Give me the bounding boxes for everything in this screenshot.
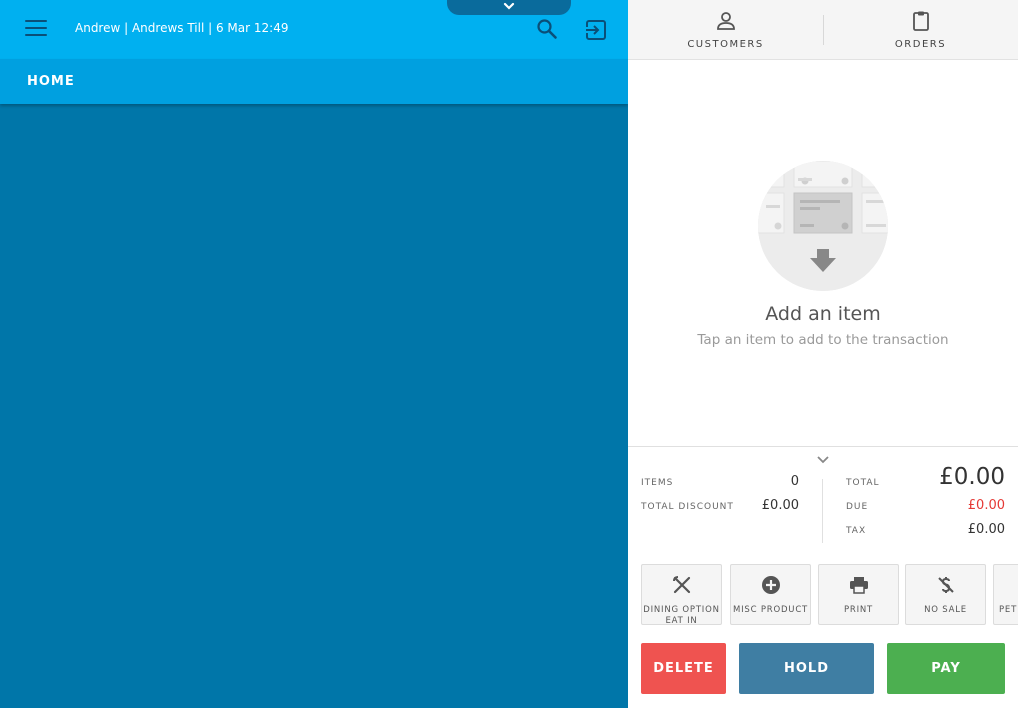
total-discount-label: TOTAL DISCOUNT: [641, 502, 734, 512]
total-discount-value: £0.00: [761, 498, 799, 513]
hold-button[interactable]: HOLD: [739, 643, 874, 694]
home-tab[interactable]: HOME: [27, 74, 75, 89]
empty-subtitle: Tap an item to add to the transaction: [697, 332, 949, 348]
no-sale-label: NO SALE: [924, 605, 967, 615]
total-label: TOTAL: [846, 478, 880, 488]
hamburger-menu-icon[interactable]: [25, 20, 47, 38]
orders-label: ORDERS: [894, 39, 947, 50]
dining-option-button[interactable]: DINING OPTION EAT IN: [641, 564, 722, 626]
misc-product-label: MISC PRODUCT: [732, 605, 809, 615]
search-icon[interactable]: [536, 18, 558, 40]
plus-circle-icon: [761, 576, 780, 594]
partial-action-label: PET: [999, 605, 1018, 615]
tax-value: £0.00: [967, 522, 1005, 537]
chevron-down-icon: [503, 2, 515, 10]
print-label: PRINT: [843, 605, 874, 615]
fork-knife-icon: [672, 576, 690, 594]
empty-cart-illustration: [758, 161, 888, 291]
transaction-summary: ITEMS 0 TOTAL DISCOUNT £0.00 TOTAL £0.00…: [628, 446, 1018, 556]
top-bar: Andrew | Andrews Till | 6 Mar 12:49: [0, 0, 628, 59]
dining-option-line1: DINING OPTION: [643, 605, 720, 615]
dining-option-label: DINING OPTION EAT IN: [642, 605, 721, 626]
transaction-panel: CUSTOMERS ORDERS Add an item Tap an item…: [628, 0, 1018, 708]
misc-product-button[interactable]: MISC PRODUCT: [730, 564, 811, 625]
customers-button[interactable]: CUSTOMERS: [628, 0, 823, 60]
summary-divider: [822, 479, 823, 543]
printer-icon: [849, 577, 868, 594]
person-icon: [716, 12, 735, 30]
no-sale-button[interactable]: NO SALE: [905, 564, 986, 625]
logout-icon[interactable]: [584, 18, 608, 42]
transaction-header: CUSTOMERS ORDERS: [628, 0, 1018, 60]
product-panel: Andrew | Andrews Till | 6 Mar 12:49 HOME: [0, 0, 628, 708]
total-value: £0.00: [939, 464, 1005, 490]
print-button[interactable]: PRINT: [818, 564, 899, 625]
items-value: 0: [790, 474, 799, 489]
customers-label: CUSTOMERS: [687, 39, 764, 50]
no-money-icon: [937, 577, 954, 593]
clipboard-icon: [912, 11, 929, 31]
due-label: DUE: [846, 502, 869, 512]
quick-actions: DINING OPTION EAT IN MISC PRODUCT PRINT: [641, 564, 1018, 626]
chevron-down-icon[interactable]: [816, 455, 830, 465]
home-bar: HOME: [0, 59, 628, 104]
items-label: ITEMS: [641, 478, 674, 488]
collapse-toggle[interactable]: [447, 0, 571, 15]
tax-label: TAX: [846, 526, 867, 536]
product-grid-icon: [758, 161, 888, 291]
delete-button[interactable]: DELETE: [641, 643, 726, 694]
pay-button[interactable]: PAY: [887, 643, 1005, 694]
partial-action-button[interactable]: PET: [993, 564, 1018, 625]
dining-option-line2: EAT IN: [665, 616, 698, 626]
session-info: Andrew | Andrews Till | 6 Mar 12:49: [75, 21, 289, 35]
due-value: £0.00: [967, 498, 1005, 513]
orders-button[interactable]: ORDERS: [823, 0, 1018, 60]
empty-title: Add an item: [765, 303, 881, 325]
